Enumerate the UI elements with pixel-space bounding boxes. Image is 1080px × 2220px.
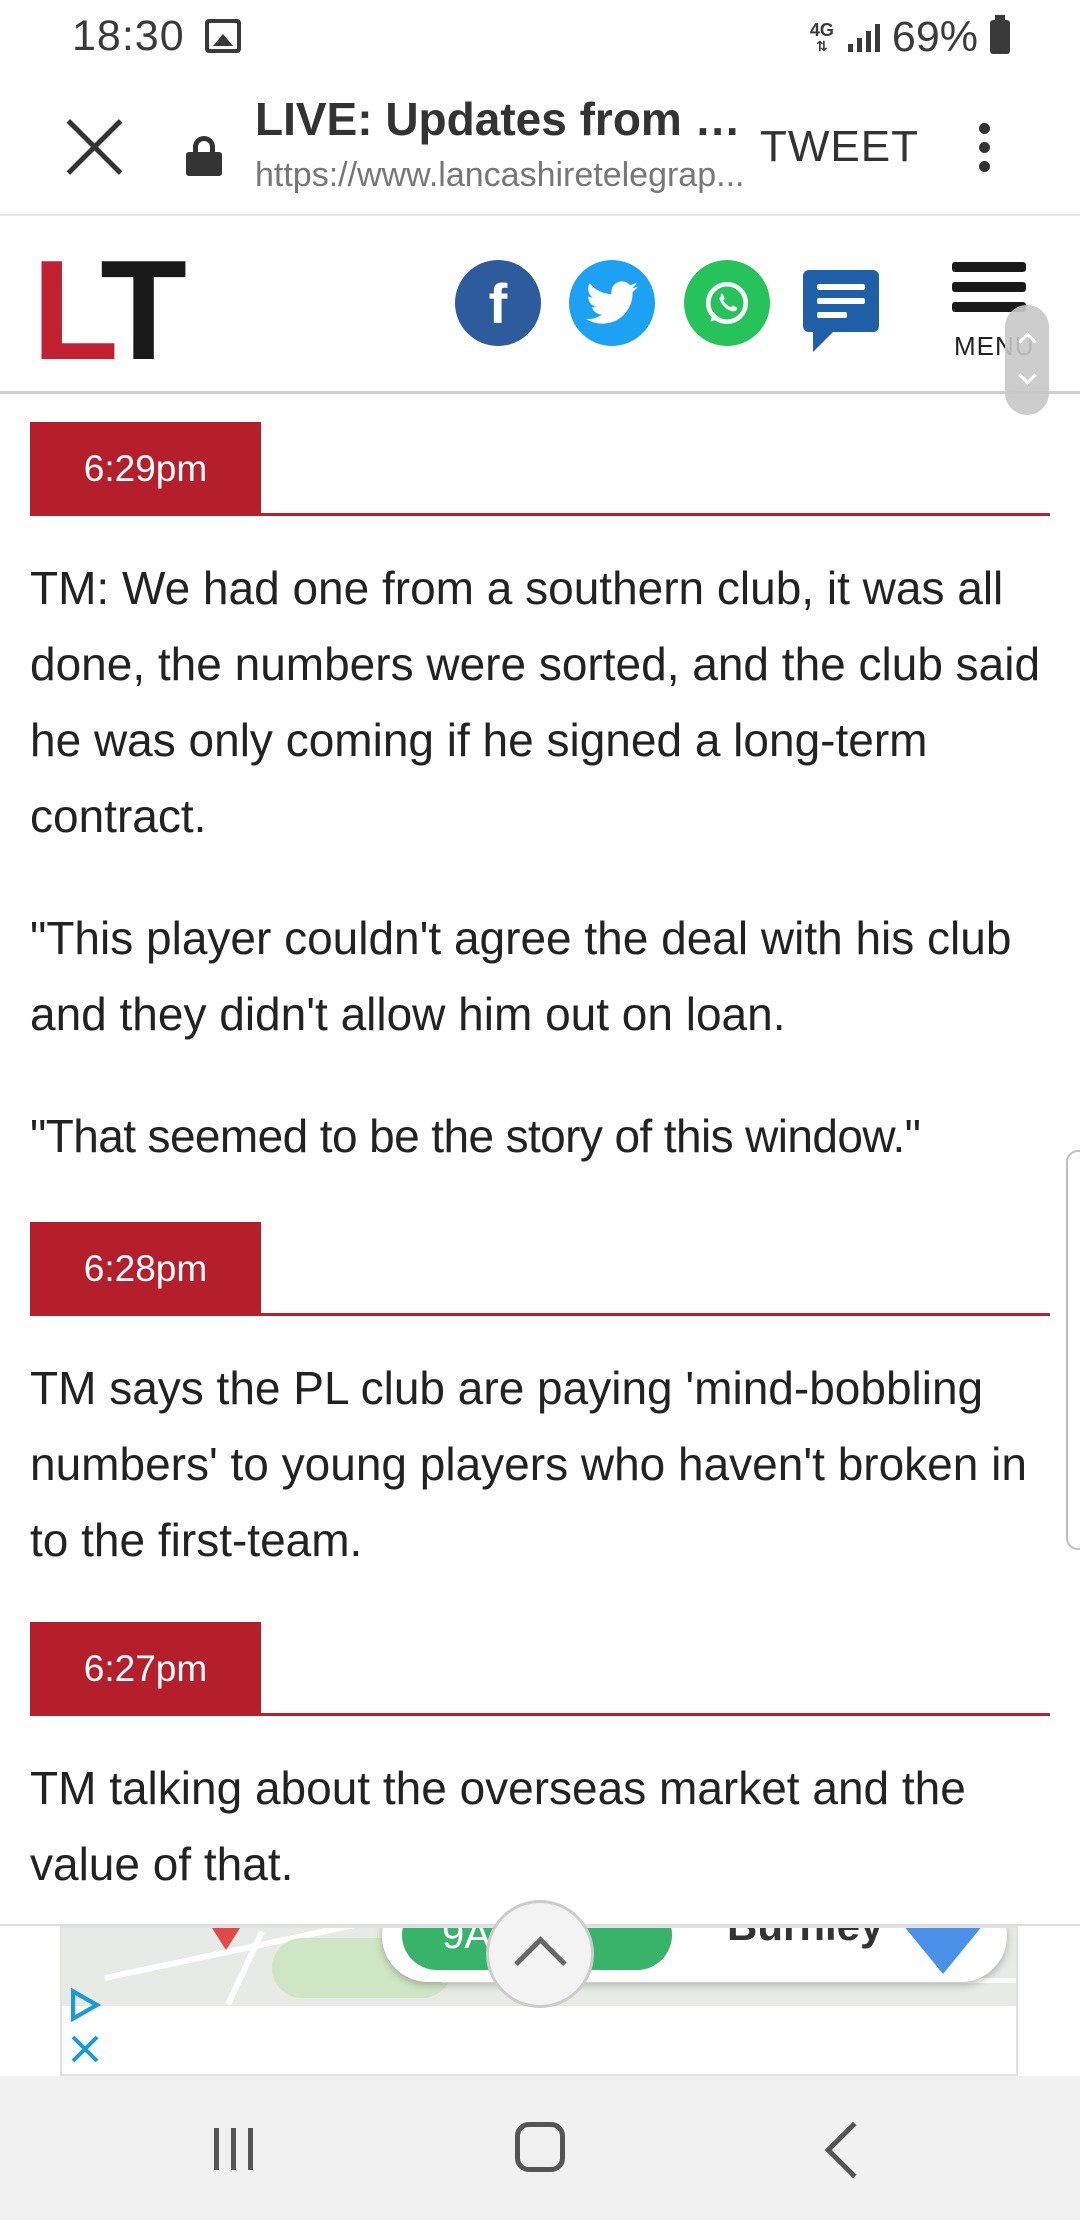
live-feed: 6:29pm TM: We had one from a southern cl… [30,394,1050,1924]
time-badge: 6:27pm [30,1622,261,1716]
data-arrows-icon: ⇅ [816,38,828,54]
battery-percent: 69% [891,12,978,61]
custom-tab-header: LIVE: Updates from Ro... https://www.lan… [0,76,1080,216]
twitter-icon[interactable] [569,260,655,346]
network-4g-icon: 4G ⇅ [808,21,836,53]
back-icon[interactable] [824,2121,882,2179]
feed-entry: 6:28pm TM says the PL club are paying 'm… [30,1222,1050,1578]
facebook-icon[interactable]: f [455,260,541,346]
logo-letter-l: L [32,231,108,390]
site-logo[interactable]: LT [32,240,187,382]
adchoices-icon[interactable] [68,1988,102,2022]
time-badge: 6:29pm [30,422,261,516]
entry-paragraph: TM: We had one from a southern club, it … [30,562,1041,842]
ad-close-icon[interactable] [70,2034,100,2064]
directions-arrow-icon [905,1928,981,1974]
feed-entry: 6:27pm TM talking about the overseas mar… [30,1622,1050,1902]
status-time: 18:30 [72,12,185,60]
entry-header: 6:27pm [30,1622,1050,1718]
divider [261,1713,1050,1716]
network-label: 4G [809,20,834,40]
recent-apps-icon[interactable] [214,2128,260,2174]
more-options-icon[interactable] [972,120,996,180]
close-icon[interactable] [64,116,126,178]
battery-icon [990,15,1010,54]
scroll-to-top-button[interactable] [486,1900,594,2008]
time-badge: 6:28pm [30,1222,261,1316]
logo-letter-t: T [100,231,187,390]
entry-paragraph: "That seemed to be the story of this win… [30,1110,921,1162]
ad-destination: Burnley [727,1928,883,1950]
entry-paragraph: "This player couldn't agree the deal wit… [30,912,1012,1040]
site-header: LT f MENU [0,216,1080,394]
system-nav-bar [0,2076,1080,2220]
map-pin-icon [212,1928,240,1950]
divider [261,1313,1050,1316]
lock-icon[interactable] [186,136,222,176]
status-bar: 18:30 4G ⇅ 69% [0,0,1080,76]
home-icon[interactable] [515,2122,565,2172]
status-indicators: 4G ⇅ 69% [808,12,1010,62]
signal-icon [847,22,880,52]
page-url[interactable]: https://www.lancashiretelegrap... [255,156,760,195]
tweet-button[interactable]: TWEET [760,122,919,172]
page-title[interactable]: LIVE: Updates from Ro... [255,92,755,146]
entry-header: 6:28pm [30,1222,1050,1318]
entry-header: 6:29pm [30,422,1050,518]
ad-directions-pill[interactable]: 9A M Burnley [382,1928,1007,1982]
divider [261,513,1050,516]
feed-entry: 6:29pm TM: We had one from a southern cl… [30,422,1050,1174]
whatsapp-icon[interactable] [684,260,770,346]
comment-icon[interactable] [803,270,879,352]
entry-paragraph: TM talking about the overseas market and… [30,1762,966,1890]
entry-paragraph: TM says the PL club are paying 'mind-bob… [30,1362,1027,1566]
gallery-icon [205,19,241,53]
side-panel-handle[interactable] [1066,1150,1080,1550]
